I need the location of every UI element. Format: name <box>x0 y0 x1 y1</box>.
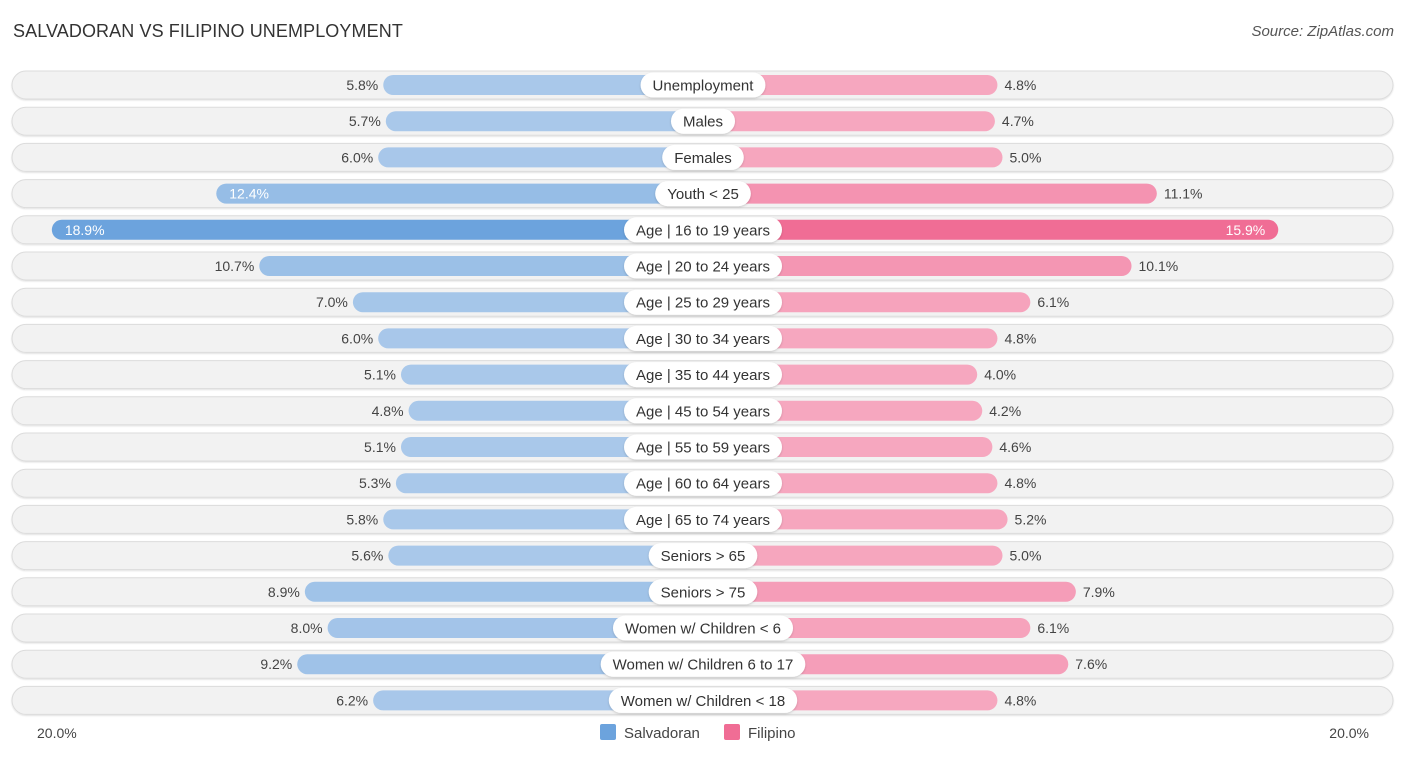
legend-label-salvadoran: Salvadoran <box>624 725 700 742</box>
chart-row: 10.7% 10.1% Age | 20 to 24 years <box>11 251 1394 281</box>
value-label-filipino: 4.2% <box>989 403 1021 419</box>
bar-salvadoran <box>385 111 703 132</box>
chart-svg: 5.8% 4.8% Unemployment 5.7% 4.7% Males 6.0% 5.0… <box>11 70 1394 742</box>
bar-filipino <box>703 183 1157 204</box>
category-label: Seniors > 65 <box>661 548 746 565</box>
value-label-salvadoran: 4.8% <box>372 403 404 419</box>
category-label: Women w/ Children < 6 <box>625 621 781 638</box>
category-label: Women w/ Children < 18 <box>621 693 785 710</box>
chart-row: 9.2% 7.6% Women w/ Children 6 to 17 <box>11 649 1394 679</box>
value-label-filipino: 7.9% <box>1083 584 1115 600</box>
chart-row: 5.1% 4.0% Age | 35 to 44 years <box>11 360 1394 390</box>
value-label-filipino: 4.8% <box>1004 77 1036 93</box>
value-label-filipino: 7.6% <box>1075 656 1107 672</box>
value-label-salvadoran: 9.2% <box>260 656 292 672</box>
category-label: Females <box>674 150 732 167</box>
axis-group: 20.0% 20.0% <box>37 725 1369 741</box>
value-label-filipino: 4.6% <box>999 439 1031 455</box>
value-label-filipino: 6.1% <box>1037 294 1069 310</box>
bar-filipino <box>703 147 1003 168</box>
category-label: Age | 60 to 64 years <box>636 476 770 493</box>
category-label: Seniors > 75 <box>661 584 746 601</box>
chart-row: 5.3% 4.8% Age | 60 to 64 years <box>11 468 1394 498</box>
category-label: Age | 45 to 54 years <box>636 403 770 420</box>
chart-row: 18.9% 15.9% Age | 16 to 19 years <box>11 215 1394 245</box>
value-label-salvadoran: 7.0% <box>316 294 348 310</box>
value-label-salvadoran: 12.4% <box>229 186 269 202</box>
chart-row: 6.0% 4.8% Age | 30 to 34 years <box>11 323 1394 353</box>
category-label: Age | 30 to 34 years <box>636 331 770 348</box>
bar-salvadoran <box>216 183 703 204</box>
chart-row: 5.6% 5.0% Seniors > 65 <box>11 541 1394 571</box>
chart-row: 7.0% 6.1% Age | 25 to 29 years <box>11 287 1394 317</box>
legend-label-filipino: Filipino <box>748 725 796 742</box>
value-label-filipino: 4.8% <box>1004 475 1036 491</box>
value-label-salvadoran: 5.3% <box>359 475 391 491</box>
value-label-salvadoran: 6.0% <box>341 149 373 165</box>
category-label: Youth < 25 <box>667 186 739 203</box>
value-label-salvadoran: 5.6% <box>351 548 383 564</box>
value-label-filipino: 4.7% <box>1002 113 1034 129</box>
value-label-filipino: 5.0% <box>1010 149 1042 165</box>
value-label-filipino: 5.2% <box>1015 511 1047 527</box>
category-label: Age | 20 to 24 years <box>636 259 770 276</box>
legend-swatch-salvadoran <box>600 724 616 740</box>
value-label-salvadoran: 18.9% <box>65 222 105 238</box>
value-label-filipino: 4.0% <box>984 367 1016 383</box>
value-label-filipino: 4.8% <box>1004 330 1036 346</box>
category-label: Age | 35 to 44 years <box>636 367 770 384</box>
value-label-filipino: 4.8% <box>1004 692 1036 708</box>
value-label-salvadoran: 5.1% <box>364 367 396 383</box>
bar-salvadoran <box>304 581 703 602</box>
value-label-filipino: 11.1% <box>1164 186 1203 202</box>
bar-filipino <box>703 111 995 132</box>
value-label-salvadoran: 5.7% <box>349 113 381 129</box>
category-label: Age | 55 to 59 years <box>636 440 770 457</box>
legend: Salvadoran Filipino <box>600 724 796 742</box>
chart-row: 5.8% 4.8% Unemployment <box>11 70 1394 100</box>
value-label-salvadoran: 6.2% <box>336 692 368 708</box>
axis-label-right: 20.0% <box>1329 725 1369 741</box>
value-label-salvadoran: 6.0% <box>341 330 373 346</box>
chart-row: 8.0% 6.1% Women w/ Children < 6 <box>11 613 1394 643</box>
chart-row: 12.4% 11.1% Youth < 25 <box>11 179 1394 209</box>
value-label-filipino: 10.1% <box>1139 258 1179 274</box>
chart-row: 5.1% 4.6% Age | 55 to 59 years <box>11 432 1394 462</box>
value-label-filipino: 15.9% <box>1226 222 1266 238</box>
value-label-salvadoran: 8.9% <box>268 584 300 600</box>
chart-row: 4.8% 4.2% Age | 45 to 54 years <box>11 396 1394 426</box>
value-label-filipino: 6.1% <box>1037 620 1069 636</box>
category-label: Women w/ Children 6 to 17 <box>613 657 794 674</box>
chart-row: 6.0% 5.0% Females <box>11 142 1394 172</box>
value-label-salvadoran: 5.8% <box>346 511 378 527</box>
chart-row: 5.7% 4.7% Males <box>11 106 1394 136</box>
bar-salvadoran <box>378 147 703 168</box>
axis-label-left: 20.0% <box>37 725 77 741</box>
value-label-salvadoran: 5.8% <box>346 77 378 93</box>
value-label-salvadoran: 10.7% <box>215 258 255 274</box>
bar-filipino <box>703 219 1279 240</box>
category-label: Unemployment <box>653 78 755 95</box>
category-label: Age | 25 to 29 years <box>636 295 770 312</box>
value-label-salvadoran: 8.0% <box>291 620 323 636</box>
chart-row: 6.2% 4.8% Women w/ Children < 18 <box>11 685 1394 715</box>
bar-salvadoran <box>51 219 703 240</box>
category-label: Males <box>683 114 723 131</box>
category-label: Age | 65 to 74 years <box>636 512 770 529</box>
value-label-filipino: 5.0% <box>1010 548 1042 564</box>
bar-filipino <box>703 581 1076 602</box>
rows-group: 5.8% 4.8% Unemployment 5.7% 4.7% Males 6.0% 5.0… <box>11 70 1394 715</box>
category-label: Age | 16 to 19 years <box>636 222 770 239</box>
chart-row: 8.9% 7.9% Seniors > 75 <box>11 577 1394 607</box>
legend-swatch-filipino <box>724 724 740 740</box>
value-label-salvadoran: 5.1% <box>364 439 396 455</box>
chart-row: 5.8% 5.2% Age | 65 to 74 years <box>11 504 1394 534</box>
